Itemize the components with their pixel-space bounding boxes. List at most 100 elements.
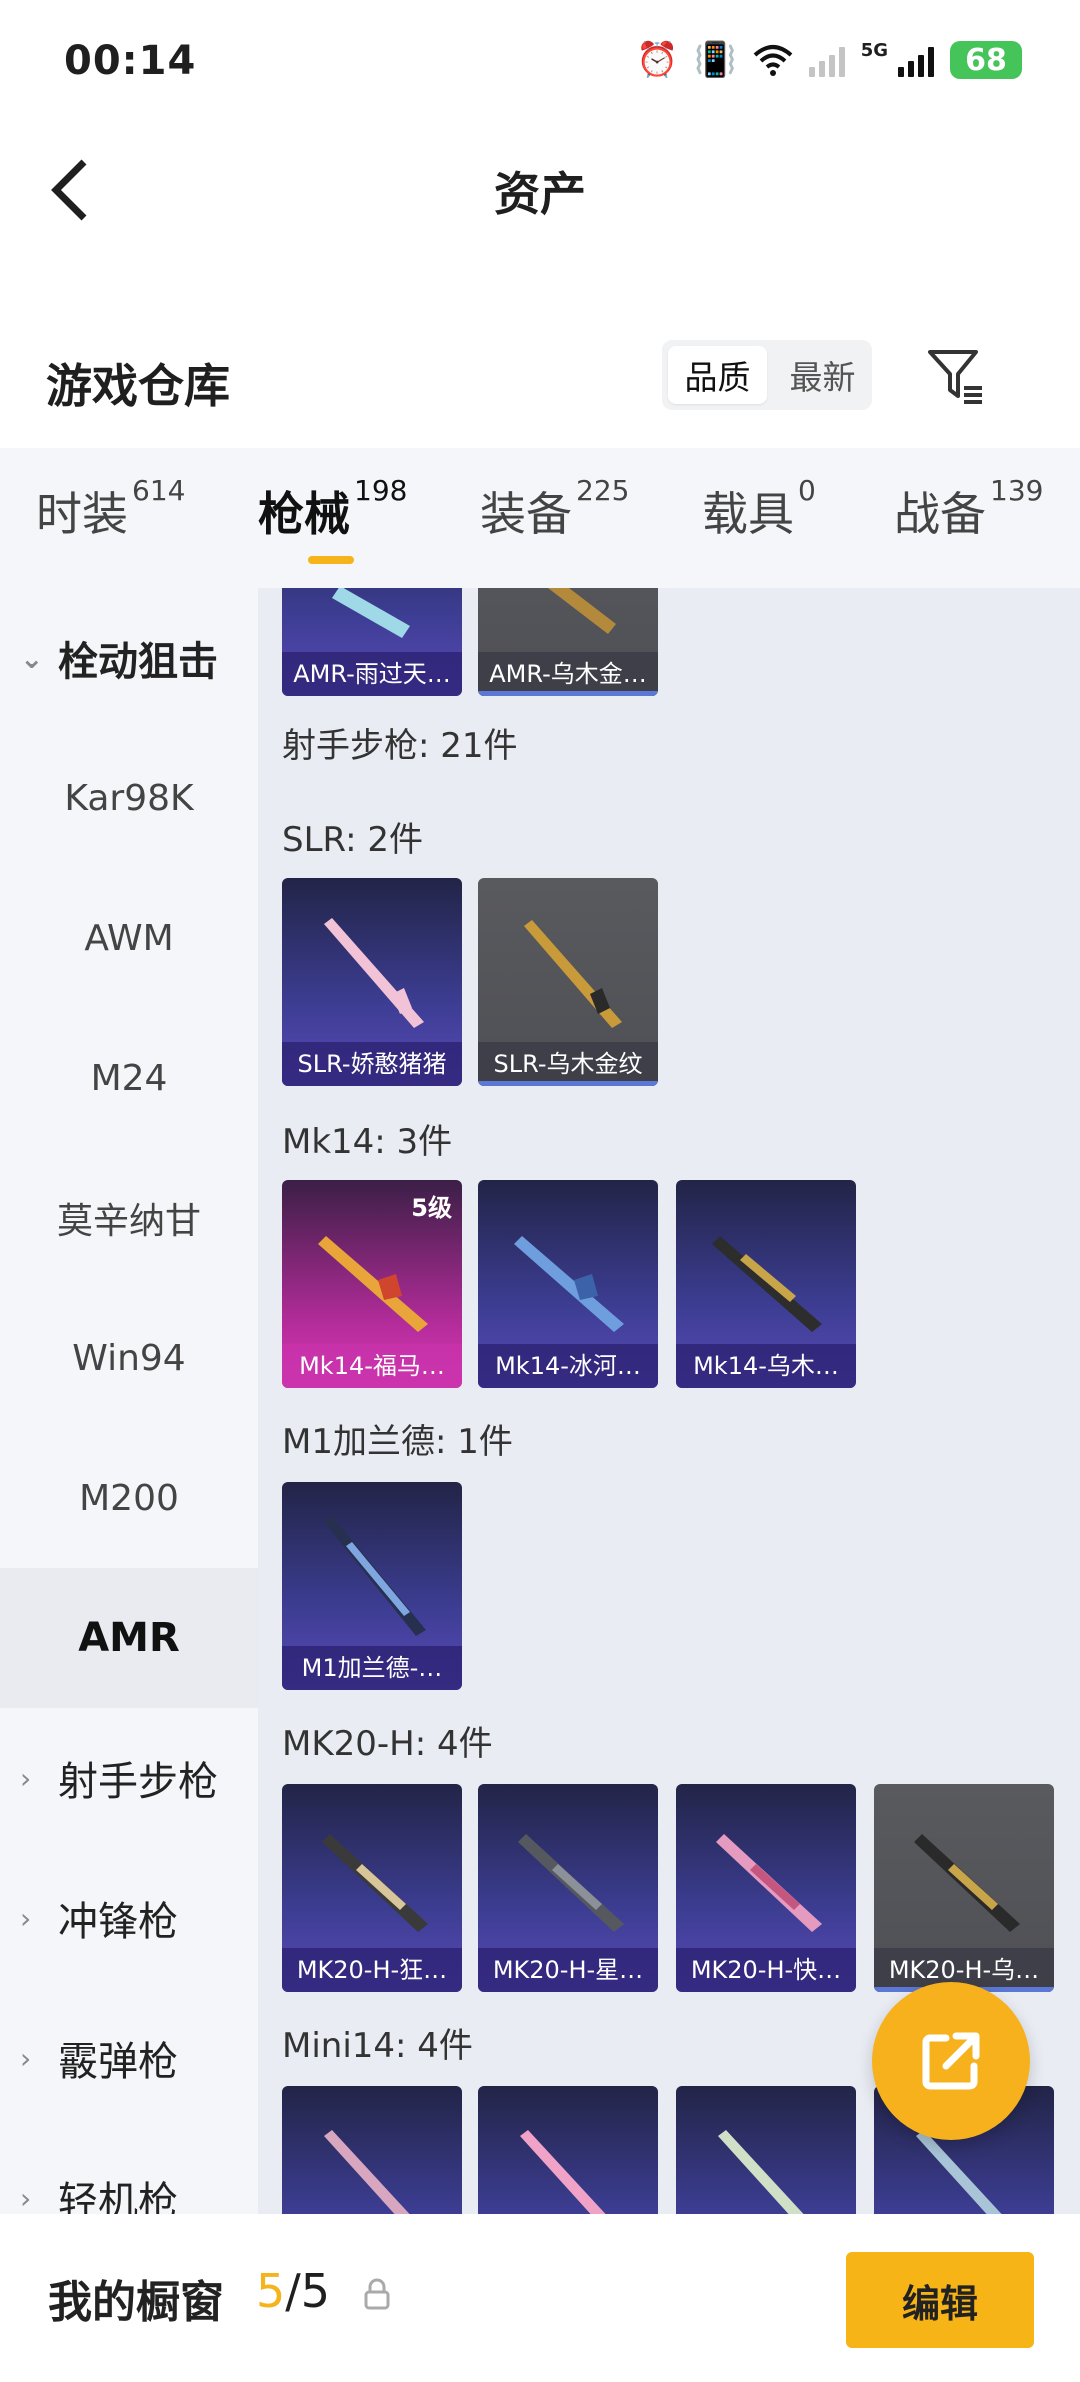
skin-card[interactable] (282, 2086, 462, 2214)
tab-label: 装备 (480, 487, 572, 541)
category-header: 射手步枪: 21件 (282, 726, 518, 766)
rifle-icon (322, 1834, 428, 1932)
rifle-icon (332, 588, 410, 638)
skin-card[interactable]: MK20-H-星… (478, 1784, 658, 1992)
weapon-type-sidebar: ⌄ 栓动狙击 Kar98K AWM M24 莫辛纳甘 Win94 M200 AM… (0, 588, 258, 2214)
lock-icon (364, 2278, 390, 2310)
skin-card[interactable]: SLR-乌木金纹 (478, 878, 658, 1086)
rifle-icon (324, 918, 424, 1028)
section-title: MK20-H: 4件 (282, 1724, 493, 1764)
nav-header: 资产 (0, 130, 1080, 250)
skin-name: MK20-H-狂… (282, 1948, 462, 1992)
skin-name: MK20-H-快… (676, 1948, 856, 1992)
tab-count: 614 (132, 474, 186, 507)
skin-name: Mk14-冰河… (478, 1344, 658, 1388)
sidebar-group-shotgun[interactable]: › 霰弹枪 (0, 1988, 258, 2128)
skin-card[interactable]: MK20-H-快… (676, 1784, 856, 1992)
skin-card[interactable] (478, 2086, 658, 2214)
chevron-right-icon: › (20, 1761, 32, 1795)
chevron-right-icon: › (20, 2181, 32, 2215)
warehouse-header: 游戏仓库 品质 最新 (0, 330, 1080, 430)
share-fab-button[interactable] (872, 1982, 1030, 2140)
chevron-right-icon: › (20, 2041, 32, 2075)
tab-vehicles[interactable]: 载具 0 (702, 474, 816, 544)
status-time: 00:14 (64, 38, 197, 84)
tab-supplies[interactable]: 战备 139 (894, 474, 1043, 544)
skin-name: Mk14-福马… (282, 1344, 462, 1388)
sort-quality-button[interactable]: 品质 (668, 346, 767, 404)
showcase-title: 我的橱窗 (48, 2277, 224, 2328)
tab-label: 战备 (894, 487, 986, 541)
showcase-count: 5/5 (256, 2264, 330, 2318)
rifle-icon (718, 2130, 804, 2214)
skin-card[interactable]: 5级 Mk14-福马… (282, 1180, 462, 1388)
rifle-icon (716, 1834, 822, 1932)
tab-equipment[interactable]: 装备 225 (480, 474, 629, 544)
sidebar-item-mosin[interactable]: 莫辛纳甘 (0, 1148, 258, 1288)
tab-label: 时装 (36, 487, 128, 541)
sidebar-item-win94[interactable]: Win94 (0, 1288, 258, 1428)
vibrate-icon: 📳 (694, 40, 737, 80)
sidebar-group-smg[interactable]: › 冲锋枪 (0, 1848, 258, 1988)
sidebar-group-label: 栓动狙击 (58, 639, 218, 685)
skin-name: Mk14-乌木… (676, 1344, 856, 1388)
skin-name: SLR-乌木金纹 (478, 1042, 658, 1086)
active-tab-indicator (308, 556, 354, 564)
sidebar-group-dmr[interactable]: › 射手步枪 (0, 1708, 258, 1848)
share-external-icon (922, 2032, 980, 2090)
sidebar-group-bolt-action[interactable]: ⌄ 栓动狙击 (0, 588, 258, 728)
tab-label: 载具 (702, 487, 794, 541)
skin-card[interactable]: Mk14-乌木… (676, 1180, 856, 1388)
rifle-icon (324, 2130, 410, 2214)
sidebar-group-label: 霰弹枪 (58, 2039, 178, 2085)
sidebar-item-awm[interactable]: AWM (0, 868, 258, 1008)
sidebar-item-m200[interactable]: M200 (0, 1428, 258, 1568)
status-icons: ⏰ 📳 5G 68 (636, 40, 1022, 80)
status-bar: 00:14 ⏰ 📳 5G 68 (0, 0, 1080, 120)
tab-label: 枪械 (258, 487, 350, 541)
tab-weapons[interactable]: 枪械 198 (258, 474, 407, 544)
app-root: 00:14 ⏰ 📳 5G 68 资产 游戏仓库 品质 最新 时装 614 枪械 … (0, 0, 1080, 2382)
alarm-icon: ⏰ (636, 40, 679, 80)
skin-name: AMR-雨过天… (282, 652, 462, 696)
skin-card[interactable]: AMR-雨过天… (282, 588, 462, 696)
tab-fashion[interactable]: 时装 614 (36, 474, 185, 544)
rifle-icon (518, 1834, 624, 1932)
warehouse-title: 游戏仓库 (46, 359, 230, 413)
sidebar-item-kar98k[interactable]: Kar98K (0, 728, 258, 868)
showcase-separator: / (285, 2264, 301, 2318)
sidebar-item-amr[interactable]: AMR (0, 1568, 258, 1708)
section-title: Mini14: 4件 (282, 2026, 473, 2066)
rifle-icon (548, 588, 616, 634)
section-title: Mk14: 3件 (282, 1122, 453, 1162)
sort-latest-button[interactable]: 最新 (773, 340, 872, 410)
rifle-icon (712, 1236, 822, 1332)
showcase-bar: 我的橱窗 5/5 编辑 (0, 2214, 1080, 2382)
rifle-icon (524, 920, 622, 1028)
skin-card[interactable]: Mk14-冰河… (478, 1180, 658, 1388)
chevron-down-icon: ⌄ (20, 641, 44, 675)
skin-card[interactable]: M1加兰德-… (282, 1482, 462, 1690)
filter-icon[interactable] (924, 344, 988, 408)
showcase-total: 5 (300, 2264, 331, 2318)
sidebar-group-lmg[interactable]: › 轻机枪 (0, 2128, 258, 2214)
tab-count: 139 (990, 474, 1044, 507)
rifle-icon (520, 2130, 606, 2214)
rifle-icon (914, 1834, 1020, 1932)
page-title: 资产 (494, 167, 586, 221)
tab-count: 225 (576, 474, 630, 507)
tab-count: 198 (354, 474, 408, 507)
skin-card[interactable]: MK20-H-乌… (874, 1784, 1054, 1992)
category-tabs: 时装 614 枪械 198 装备 225 载具 0 战备 139 (0, 448, 1080, 588)
skin-card[interactable]: MK20-H-狂… (282, 1784, 462, 1992)
edit-button[interactable]: 编辑 (846, 2252, 1034, 2348)
rifle-icon (514, 1236, 624, 1332)
skin-card[interactable]: AMR-乌木金… (478, 588, 658, 696)
sidebar-group-label: 射手步枪 (58, 1759, 218, 1805)
skin-card[interactable]: SLR-娇憨猪猪 (282, 878, 462, 1086)
sort-toggle: 品质 最新 (662, 340, 872, 410)
rifle-icon (318, 1236, 428, 1332)
skin-card[interactable] (676, 2086, 856, 2214)
battery-level: 68 (965, 42, 1007, 78)
sidebar-item-m24[interactable]: M24 (0, 1008, 258, 1148)
